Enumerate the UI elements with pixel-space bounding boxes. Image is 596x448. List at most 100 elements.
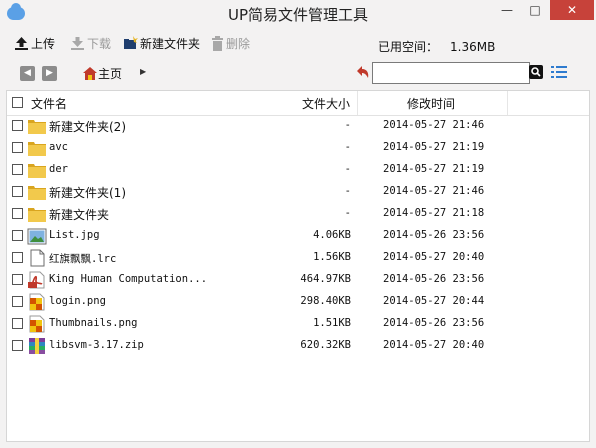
navigation-bar: ◀ ▶ 主页 ▶	[8, 60, 588, 88]
file-size: -	[344, 119, 351, 131]
row-checkbox[interactable]	[12, 164, 23, 175]
used-space: 已用空间： 1.36MB	[378, 38, 495, 55]
new-folder-label: 新建文件夹	[140, 37, 201, 51]
file-row[interactable]: List.jpg 4.06KB 2014-05-26 23:56	[7, 225, 589, 247]
file-size: 1.51KB	[313, 317, 351, 329]
file-modified: 2014-05-26 23:56	[383, 273, 485, 285]
row-checkbox[interactable]	[12, 120, 23, 131]
file-name[interactable]: 新建文件夹(1)	[49, 184, 126, 201]
file-name[interactable]: 红旗飘飘.lrc	[49, 251, 116, 266]
file-size: -	[344, 185, 351, 197]
file-size: 620.32KB	[300, 339, 351, 351]
download-icon	[71, 37, 84, 50]
file-row[interactable]: login.png 298.40KB 2014-05-27 20:44	[7, 291, 589, 313]
text-file-icon	[30, 249, 45, 267]
column-divider[interactable]	[507, 91, 508, 115]
file-modified: 2014-05-27 21:46	[383, 185, 485, 197]
breadcrumb-arrow-icon[interactable]: ▶	[140, 67, 146, 76]
file-name[interactable]: libsvm-3.17.zip	[49, 339, 144, 351]
new-folder-button[interactable]: 新建文件夹	[123, 36, 200, 52]
search-input[interactable]	[372, 62, 530, 84]
search-icon[interactable]	[529, 65, 543, 79]
nav-back-button[interactable]: ◀	[20, 66, 35, 81]
image-icon	[27, 228, 47, 245]
file-modified: 2014-05-26 23:56	[383, 229, 485, 241]
minimize-button[interactable]: —	[494, 0, 520, 20]
png-icon	[29, 315, 45, 333]
folder-icon	[28, 142, 46, 156]
row-checkbox[interactable]	[12, 142, 23, 153]
file-modified: 2014-05-27 20:44	[383, 295, 485, 307]
file-name[interactable]: der	[49, 163, 68, 175]
file-name[interactable]: login.png	[49, 295, 106, 307]
file-row[interactable]: 新建文件夹 - 2014-05-27 21:18	[7, 203, 589, 225]
breadcrumb-home[interactable]: 主页	[82, 66, 122, 82]
nav-forward-button[interactable]: ▶	[42, 66, 57, 81]
file-row[interactable]: 新建文件夹(2) - 2014-05-27 21:46	[7, 115, 589, 137]
delete-button[interactable]: 删除	[211, 36, 250, 52]
column-header-name[interactable]: 文件名	[31, 95, 67, 112]
delete-label: 删除	[226, 37, 251, 51]
file-name[interactable]: List.jpg	[49, 229, 100, 241]
file-size: -	[344, 141, 351, 153]
file-modified: 2014-05-27 20:40	[383, 339, 485, 351]
folder-icon	[28, 120, 46, 134]
download-button[interactable]: 下载	[70, 36, 111, 52]
file-size: -	[344, 207, 351, 219]
file-size: 298.40KB	[300, 295, 351, 307]
upload-icon	[15, 37, 28, 50]
file-name[interactable]: avc	[49, 141, 68, 153]
row-checkbox[interactable]	[12, 230, 23, 241]
list-view-icon[interactable]	[551, 65, 567, 79]
file-modified: 2014-05-27 21:18	[383, 207, 485, 219]
row-checkbox[interactable]	[12, 208, 23, 219]
file-name[interactable]: Thumbnails.png	[49, 317, 138, 329]
file-size: 1.56KB	[313, 251, 351, 263]
file-row[interactable]: avc - 2014-05-27 21:19	[7, 137, 589, 159]
file-modified: 2014-05-26 23:56	[383, 317, 485, 329]
row-checkbox[interactable]	[12, 186, 23, 197]
file-name[interactable]: 新建文件夹(2)	[49, 118, 126, 135]
download-label: 下载	[87, 37, 112, 51]
file-size: 4.06KB	[313, 229, 351, 241]
home-icon	[83, 67, 97, 80]
title-bar: UP简易文件管理工具 — □ ✕	[0, 0, 596, 30]
folder-icon	[28, 208, 46, 222]
file-row[interactable]: 新建文件夹(1) - 2014-05-27 21:46	[7, 181, 589, 203]
select-all-checkbox[interactable]	[12, 97, 23, 108]
file-modified: 2014-05-27 21:19	[383, 141, 485, 153]
list-header: 文件名 文件大小 修改时间	[7, 91, 589, 116]
file-modified: 2014-05-27 21:46	[383, 119, 485, 131]
row-checkbox[interactable]	[12, 252, 23, 263]
new-folder-icon	[124, 36, 138, 49]
file-row[interactable]: 红旗飘飘.lrc 1.56KB 2014-05-27 20:40	[7, 247, 589, 269]
upload-label: 上传	[31, 37, 56, 51]
action-toolbar: 上传 下载 新建文件夹 删除 已用空间： 1.36MB	[8, 30, 588, 58]
row-checkbox[interactable]	[12, 318, 23, 329]
zip-icon	[29, 338, 45, 354]
column-header-modified[interactable]: 修改时间	[407, 95, 455, 112]
upload-button[interactable]: 上传	[14, 36, 55, 52]
file-name[interactable]: 新建文件夹	[49, 206, 109, 223]
folder-icon	[28, 164, 46, 178]
row-checkbox[interactable]	[12, 340, 23, 351]
row-checkbox[interactable]	[12, 274, 23, 285]
return-icon[interactable]	[354, 64, 372, 82]
png-icon	[29, 293, 45, 311]
file-row[interactable]: der - 2014-05-27 21:19	[7, 159, 589, 181]
column-header-size[interactable]: 文件大小	[302, 95, 350, 112]
row-checkbox[interactable]	[12, 296, 23, 307]
file-list: 文件名 文件大小 修改时间 新建文件夹(2) - 2014-05-27 21:46 a…	[6, 90, 590, 442]
file-row[interactable]: King Human Computation... 464.97KB 2014-05…	[7, 269, 589, 291]
file-row[interactable]: Thumbnails.png 1.51KB 2014-05-26 23:56	[7, 313, 589, 335]
pdf-icon	[28, 271, 45, 289]
folder-icon	[28, 186, 46, 200]
file-size: -	[344, 163, 351, 175]
file-name[interactable]: King Human Computation...	[49, 273, 207, 285]
trash-icon	[212, 36, 223, 51]
close-button[interactable]: ✕	[550, 0, 594, 20]
maximize-button[interactable]: □	[522, 0, 548, 20]
column-divider[interactable]	[357, 91, 358, 115]
file-row[interactable]: libsvm-3.17.zip 620.32KB 2014-05-27 20:40	[7, 335, 589, 357]
file-size: 464.97KB	[300, 273, 351, 285]
